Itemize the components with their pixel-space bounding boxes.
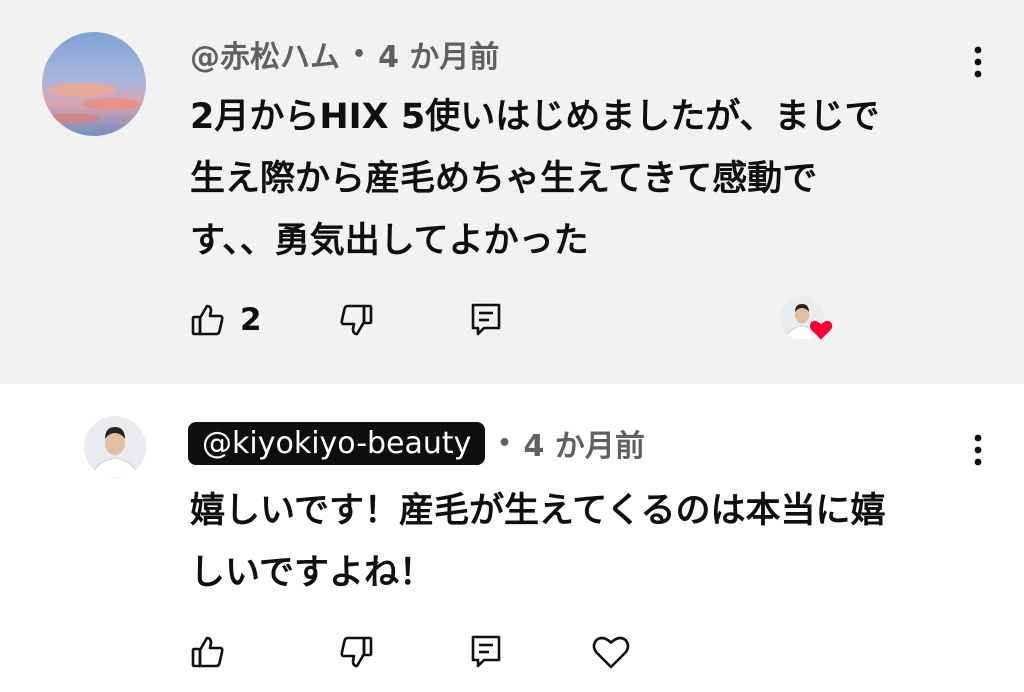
thumbs-up-icon xyxy=(191,636,224,668)
comment-1: @赤松ハム • 4 か月前 2月からHIX 5使いはじめましたが、まじで 生え際… xyxy=(0,0,1024,384)
author-name[interactable]: @kiyokiyo-beauty xyxy=(188,421,486,465)
comment-time: 4 か月前 xyxy=(378,40,500,75)
heart-button[interactable] xyxy=(592,626,630,678)
thumbs-up-icon xyxy=(191,304,224,336)
comment-text: 嬉しいです！産毛が生えてくるのは本当に嬉 しいですよね！ xyxy=(190,480,974,604)
comment-actions: 2 xyxy=(190,294,1024,346)
comment-meta: @kiyokiyo-beauty • 4 か月前 xyxy=(188,418,645,468)
avatar[interactable] xyxy=(42,32,146,136)
avatar[interactable] xyxy=(84,416,146,478)
comment-text-line: 2月からHIX 5使いはじめましたが、まじで xyxy=(190,97,880,137)
heart-icon xyxy=(808,318,834,342)
reply-icon xyxy=(471,303,501,336)
comment-meta: @赤松ハム • 4 か月前 xyxy=(190,32,500,76)
comment-2: @kiyokiyo-beauty • 4 か月前 嬉しいです！産毛が生えてくるの… xyxy=(0,384,1024,692)
more-options-icon[interactable] xyxy=(958,42,998,82)
like-button[interactable]: 2 xyxy=(190,294,262,346)
reply-button[interactable] xyxy=(470,294,502,346)
like-count: 2 xyxy=(240,302,262,338)
reply-icon xyxy=(471,635,501,668)
thumbs-down-icon xyxy=(340,304,373,336)
creator-heart xyxy=(780,296,836,346)
comment-text-line: しいですよね！ xyxy=(190,553,434,593)
dislike-button[interactable] xyxy=(338,626,374,678)
comment-text: 2月からHIX 5使いはじめましたが、まじで 生え際から産毛めちゃ生えてきて感動… xyxy=(190,86,974,272)
thumbs-down-icon xyxy=(340,636,373,668)
meta-separator: • xyxy=(352,41,367,67)
like-button[interactable] xyxy=(190,626,226,678)
comment-text-line: 嬉しいです！産毛が生えてくるのは本当に嬉 xyxy=(190,491,886,531)
dislike-button[interactable] xyxy=(338,294,374,346)
heart-outline-icon xyxy=(592,636,630,669)
reply-button[interactable] xyxy=(470,626,502,678)
author-name[interactable]: @赤松ハム xyxy=(190,32,340,76)
comment-actions xyxy=(190,626,1024,678)
more-options-icon[interactable] xyxy=(958,430,998,470)
meta-separator: • xyxy=(497,430,512,456)
comment-time: 4 か月前 xyxy=(523,429,645,464)
comment-text-line: 生え際から産毛めちゃ生えてきて感動で xyxy=(190,159,818,199)
comment-text-line: す、、勇気出してよかった xyxy=(190,221,589,261)
